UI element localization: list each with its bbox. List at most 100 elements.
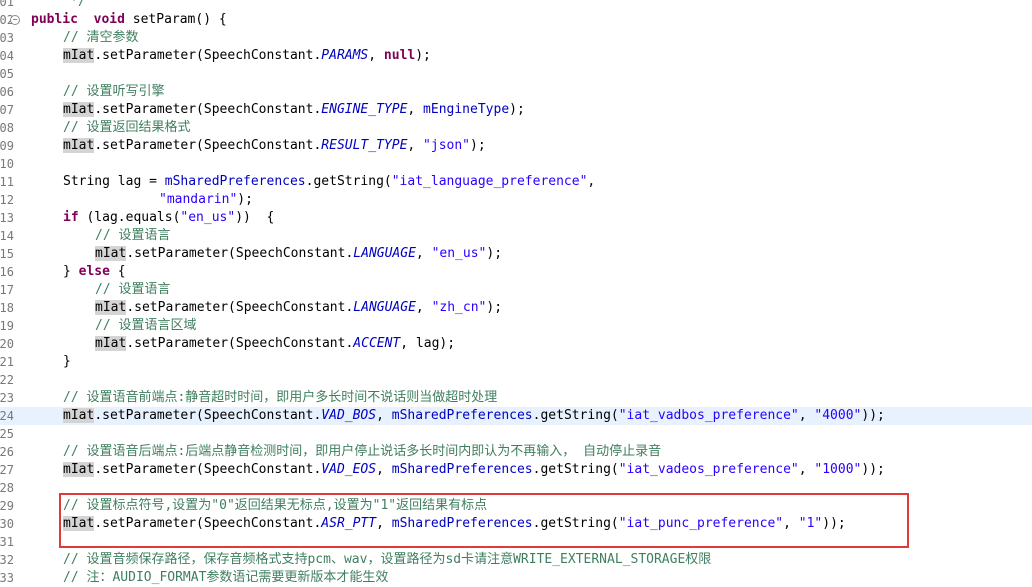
line-number: 30 bbox=[0, 515, 14, 533]
code-line[interactable]: 03 // 清空参数 bbox=[0, 29, 1032, 47]
code-line[interactable]: 19 // 设置语言区域 bbox=[0, 317, 1032, 335]
code-text: // 设置听写引擎 bbox=[63, 83, 164, 101]
code-line[interactable]: 15 mIat.setParameter(SpeechConstant.LANGU… bbox=[0, 245, 1032, 263]
line-number: 01 bbox=[0, 0, 14, 11]
code-line[interactable]: 26 // 设置语音后端点:后端点静音检测时间，即用户停止说话多长时间内即认为不再… bbox=[0, 443, 1032, 461]
line-number-text: 13 bbox=[0, 211, 14, 225]
constant-token: ENGINE_TYPE bbox=[321, 102, 408, 117]
code-line[interactable]: 22 bbox=[0, 371, 1032, 389]
comment-token: // 设置语言 bbox=[95, 228, 171, 243]
code-text: mIat.setParameter(SpeechConstant.LANGUAG… bbox=[95, 299, 502, 317]
line-number-text: 26 bbox=[0, 445, 14, 459]
code-token: .setParameter(SpeechConstant. bbox=[94, 102, 322, 117]
line-number: 06 bbox=[0, 83, 14, 101]
line-number: 18 bbox=[0, 299, 14, 317]
code-line[interactable]: 21} bbox=[0, 353, 1032, 371]
line-number: 10 bbox=[0, 155, 14, 173]
line-number-text: 22 bbox=[0, 373, 14, 387]
code-text: // 注：AUDIO_FORMAT参数语记需要更新版本才能生效 bbox=[63, 569, 388, 587]
occurrence-token: mIat bbox=[95, 336, 127, 351]
string-token: "1000" bbox=[814, 462, 862, 477]
constant-token: VAD_BOS bbox=[321, 408, 377, 423]
code-line[interactable]: 33 // 注：AUDIO_FORMAT参数语记需要更新版本才能生效 bbox=[0, 569, 1032, 587]
code-line[interactable]: 17 // 设置语言 bbox=[0, 281, 1032, 299]
code-token: , lag); bbox=[400, 336, 456, 351]
keyword-token: null bbox=[383, 48, 416, 63]
code-token: ); bbox=[237, 192, 253, 207]
code-text: "mandarin"); bbox=[159, 191, 253, 209]
line-number-text: 10 bbox=[0, 157, 14, 171]
field-token: mEngineType bbox=[423, 102, 510, 117]
code-line[interactable]: 13 if (lag.equals("en_us")) { bbox=[0, 209, 1032, 227]
line-number: 24 bbox=[0, 407, 14, 425]
code-token: , bbox=[407, 138, 424, 153]
keyword-token: else bbox=[78, 264, 110, 279]
line-number-text: 18 bbox=[0, 301, 14, 315]
code-token: , bbox=[415, 246, 432, 261]
code-line[interactable]: 16 } else { bbox=[0, 263, 1032, 281]
code-text: */ bbox=[31, 0, 86, 11]
collapse-icon[interactable]: − bbox=[10, 15, 20, 25]
line-number: 29 bbox=[0, 497, 14, 515]
code-text: mIat.setParameter(SpeechConstant.ACCENT,… bbox=[95, 335, 455, 353]
code-line[interactable]: 12 "mandarin"); bbox=[0, 191, 1032, 209]
comment-token: // 设置语言区域 bbox=[95, 318, 197, 333]
line-number-text: 28 bbox=[0, 481, 14, 495]
code-text: // 设置语言 bbox=[95, 281, 170, 299]
code-line[interactable]: 04 mIat.setParameter(SpeechConstant.PARAM… bbox=[0, 47, 1032, 65]
line-number: 07 bbox=[0, 101, 14, 119]
line-number-text: 19 bbox=[0, 319, 14, 333]
code-line[interactable]: 20 mIat.setParameter(SpeechConstant.ACCEN… bbox=[0, 335, 1032, 353]
line-number: 13 bbox=[0, 209, 14, 227]
code-line[interactable]: 06 // 设置听写引擎 bbox=[0, 83, 1032, 101]
code-line[interactable]: 07 mIat.setParameter(SpeechConstant.ENGIN… bbox=[0, 101, 1032, 119]
code-text: mIat.setParameter(SpeechConstant.PARAMS,… bbox=[63, 47, 431, 65]
code-text: } else { bbox=[63, 263, 126, 281]
code-line[interactable]: 27 mIat.setParameter(SpeechConstant.VAD_E… bbox=[0, 461, 1032, 479]
code-line[interactable]: 18 mIat.setParameter(SpeechConstant.LANGU… bbox=[0, 299, 1032, 317]
line-number-text: 08 bbox=[0, 121, 14, 135]
code-line[interactable]: 01 */ bbox=[0, 0, 1032, 11]
code-token: ); bbox=[509, 102, 525, 117]
line-number-text: 27 bbox=[0, 463, 14, 477]
code-line[interactable]: 32 // 设置音频保存路径，保存音频格式支持pcm、wav，设置路径为sd卡请注… bbox=[0, 551, 1032, 569]
constant-token: LANGUAGE bbox=[353, 246, 416, 261]
occurrence-token: mIat bbox=[63, 48, 95, 63]
code-line[interactable]: 23 // 设置语音前端点:静音超时时间，即用户多长时间不说话则当做超时处理 bbox=[0, 389, 1032, 407]
code-line[interactable]: 05 bbox=[0, 65, 1032, 83]
line-number-text: 11 bbox=[0, 175, 14, 189]
code-line[interactable]: 24 mIat.setParameter(SpeechConstant.VAD_B… bbox=[0, 407, 1032, 425]
occurrence-token: mIat bbox=[63, 462, 95, 477]
code-token: .setParameter(SpeechConstant. bbox=[126, 300, 354, 315]
code-line[interactable]: 14 // 设置语言 bbox=[0, 227, 1032, 245]
line-number-text: 16 bbox=[0, 265, 14, 279]
code-token: String lag = bbox=[63, 174, 165, 189]
code-line[interactable]: 08 // 设置返回结果格式 bbox=[0, 119, 1032, 137]
code-token: } bbox=[63, 354, 71, 369]
string-token: "en_us" bbox=[431, 246, 487, 261]
code-line[interactable]: 25 bbox=[0, 425, 1032, 443]
keyword-token: public bbox=[31, 12, 78, 27]
line-number: 25 bbox=[0, 425, 14, 443]
code-token: , bbox=[368, 48, 384, 63]
code-token: )); bbox=[861, 462, 885, 477]
line-number-text: 29 bbox=[0, 499, 14, 513]
string-token: "iat_vadbos_preference" bbox=[618, 408, 799, 423]
code-text: mIat.setParameter(SpeechConstant.RESULT_… bbox=[63, 137, 486, 155]
line-number: 19 bbox=[0, 317, 14, 335]
line-number: 27 bbox=[0, 461, 14, 479]
code-text: // 设置语音后端点:后端点静音检测时间，即用户停止说话多长时间内即认为不再输入… bbox=[63, 443, 661, 461]
comment-token: // 设置返回结果格式 bbox=[63, 120, 191, 135]
line-number-text: 30 bbox=[0, 517, 14, 531]
code-line[interactable]: 11 String lag = mSharedPreferences.getStr… bbox=[0, 173, 1032, 191]
code-line[interactable]: 10 bbox=[0, 155, 1032, 173]
comment-token: // 设置语言 bbox=[95, 282, 171, 297]
code-line[interactable]: 02− public void setParam() { bbox=[0, 11, 1032, 29]
code-line[interactable]: 09 mIat.setParameter(SpeechConstant.RESUL… bbox=[0, 137, 1032, 155]
code-token: .setParameter(SpeechConstant. bbox=[94, 48, 322, 63]
code-text: // 设置语言 bbox=[95, 227, 170, 245]
code-token: (lag.equals( bbox=[78, 210, 181, 225]
occurrence-token: mIat bbox=[95, 246, 127, 261]
code-text: // 设置返回结果格式 bbox=[63, 119, 190, 137]
code-token: .setParameter(SpeechConstant. bbox=[126, 336, 354, 351]
